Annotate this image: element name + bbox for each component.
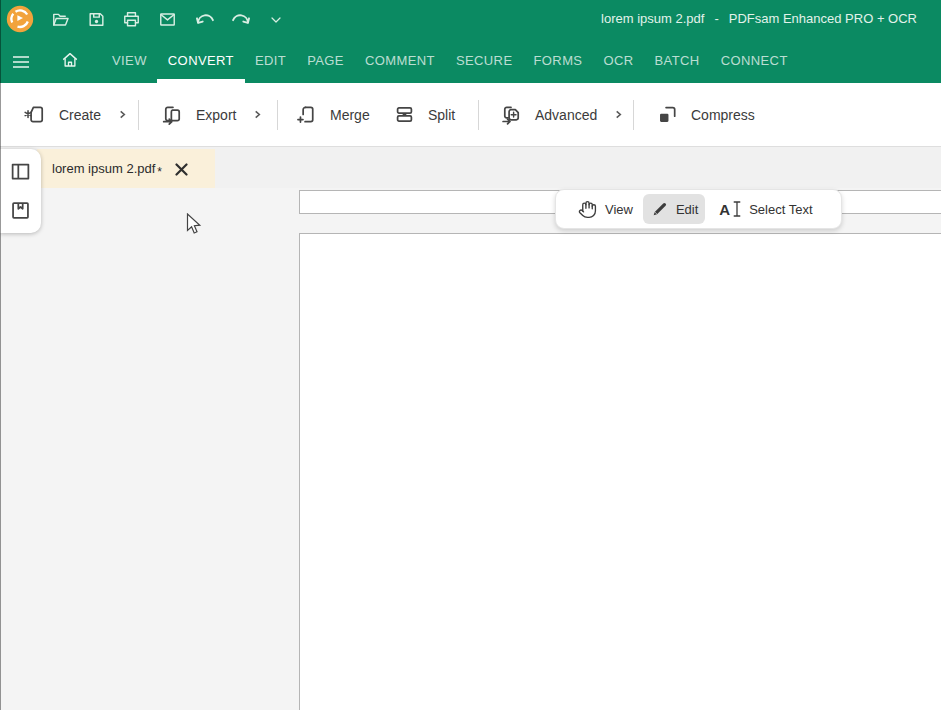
window-title-document: lorem ipsum 2.pdf — [601, 11, 704, 26]
window-title-app: PDFsam Enhanced PRO + OCR — [729, 11, 917, 26]
email-icon[interactable] — [158, 10, 177, 29]
split-button[interactable]: Split — [393, 83, 455, 146]
split-icon — [393, 103, 416, 126]
menu-item-edit[interactable]: EDIT — [255, 38, 286, 83]
document-page[interactable] — [299, 233, 941, 710]
document-tab-strip: lorem ipsum 2.pdf* — [0, 147, 941, 188]
menu-item-convert[interactable]: CONVERT — [168, 38, 234, 83]
menu-item-secure[interactable]: SECURE — [456, 38, 513, 83]
ribbon-separator — [478, 100, 479, 130]
redo-icon[interactable] — [230, 9, 251, 30]
hand-icon — [578, 200, 597, 219]
view-mode-button[interactable]: View — [578, 200, 633, 219]
menu-item-view[interactable]: VIEW — [112, 38, 147, 83]
pencil-icon — [652, 201, 668, 217]
export-button[interactable]: Export — [161, 83, 262, 146]
advanced-button[interactable]: Advanced — [500, 83, 623, 146]
export-icon — [161, 103, 184, 126]
side-panel — [0, 149, 41, 233]
select-text-icon: A — [719, 201, 741, 217]
open-file-icon[interactable] — [51, 10, 70, 29]
window-border — [0, 0, 1, 710]
ribbon-separator — [277, 100, 278, 130]
menu-item-page[interactable]: PAGE — [307, 38, 344, 83]
tab-close-icon[interactable] — [175, 162, 188, 175]
more-actions-chevron-icon[interactable] — [268, 12, 284, 28]
merge-icon — [295, 103, 318, 126]
create-button[interactable]: Create — [24, 83, 127, 146]
ribbon-separator — [633, 100, 634, 130]
undo-icon[interactable] — [195, 9, 216, 30]
create-document-icon — [24, 103, 47, 126]
menu-item-comment[interactable]: COMMENT — [365, 38, 435, 83]
title-bar: lorem ipsum 2.pdf-PDFsam Enhanced PRO + … — [0, 0, 941, 83]
edit-mode-button[interactable]: Edit — [643, 194, 705, 224]
bookmarks-panel-icon[interactable] — [10, 200, 31, 221]
menu-item-connect[interactable]: CONNECT — [721, 38, 788, 83]
document-tab[interactable]: lorem ipsum 2.pdf* — [37, 149, 215, 188]
select-text-button[interactable]: A Select Text — [719, 201, 812, 217]
home-icon[interactable] — [61, 51, 79, 69]
save-icon[interactable] — [87, 10, 106, 29]
merge-button[interactable]: Merge — [295, 83, 370, 146]
ribbon-toolbar: Create Export Merge Split — [0, 83, 941, 147]
ribbon-separator — [138, 100, 139, 130]
print-icon[interactable] — [122, 10, 141, 29]
menu-item-forms[interactable]: FORMS — [533, 38, 582, 83]
export-submenu-chevron-icon — [253, 110, 262, 119]
compress-icon — [656, 103, 679, 126]
advanced-icon — [500, 103, 523, 126]
menu-item-ocr[interactable]: OCR — [603, 38, 633, 83]
create-submenu-chevron-icon — [118, 110, 127, 119]
hamburger-menu-icon[interactable] — [13, 54, 29, 66]
app-logo-icon — [6, 5, 34, 33]
advanced-submenu-chevron-icon — [614, 110, 623, 119]
menu-bar: VIEW CONVERT EDIT PAGE COMMENT SECURE FO… — [0, 38, 941, 83]
page-thumbnails-panel-icon[interactable] — [10, 161, 31, 182]
compress-button[interactable]: Compress — [656, 83, 755, 146]
mouse-cursor — [186, 213, 204, 237]
mode-toolbar: View Edit A Select Text — [555, 189, 842, 229]
menu-item-batch[interactable]: BATCH — [655, 38, 700, 83]
window-title: lorem ipsum 2.pdf-PDFsam Enhanced PRO + … — [601, 11, 917, 26]
tab-modified-marker: * — [157, 165, 162, 179]
